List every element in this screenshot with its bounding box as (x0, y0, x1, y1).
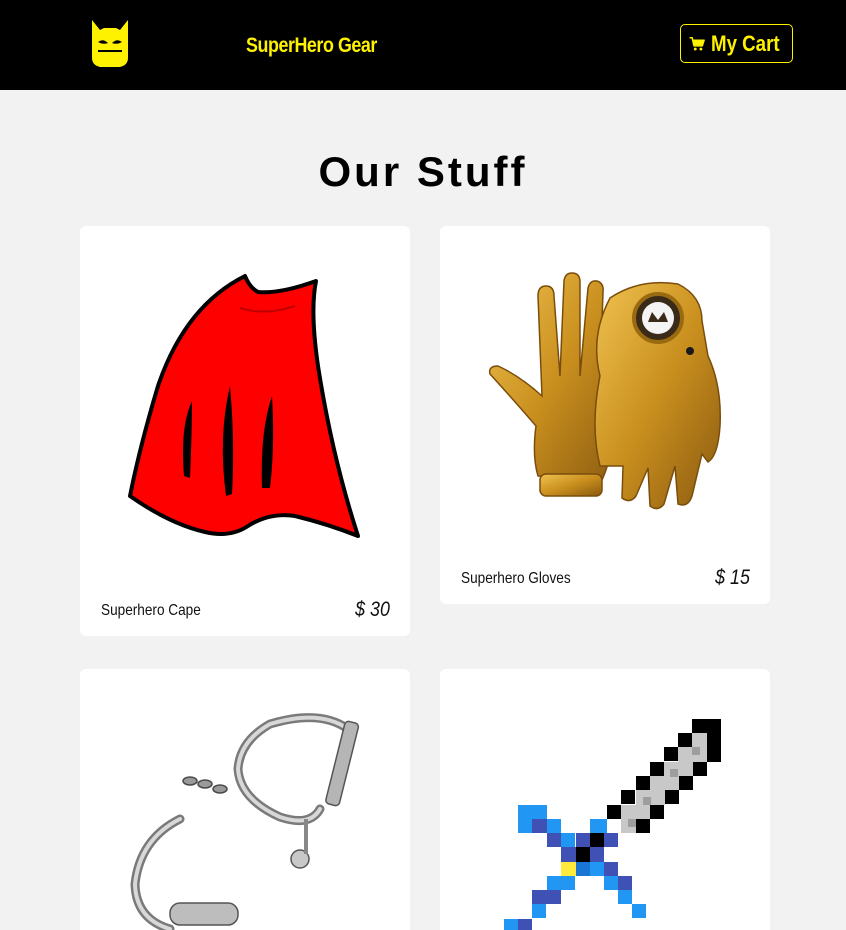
my-cart-button[interactable]: My Cart (680, 24, 793, 63)
shopping-cart-icon (689, 36, 705, 50)
product-card-gloves[interactable]: Superhero Gloves $ 15 (440, 226, 770, 604)
product-name: Superhero Gloves (461, 570, 571, 587)
pixel-sword-image (504, 719, 721, 930)
brand-name[interactable]: SuperHero Gear (246, 33, 377, 59)
product-card-sword[interactable] (440, 669, 770, 930)
product-card-handcuffs[interactable] (80, 669, 410, 930)
red-cape-image (128, 274, 360, 538)
page-title: Our Stuff (318, 148, 528, 195)
my-cart-label: My Cart (711, 30, 780, 56)
product-name: Superhero Cape (101, 602, 201, 619)
handcuffs-image (130, 713, 360, 930)
navbar: SuperHero Gear My Cart (0, 0, 846, 90)
product-price: $ 30 (355, 598, 390, 621)
product-card-cape[interactable]: Superhero Cape $ 30 (80, 226, 410, 636)
batman-mask-icon[interactable] (90, 18, 130, 68)
product-price: $ 15 (715, 566, 750, 589)
gold-gloves-image (488, 272, 721, 510)
